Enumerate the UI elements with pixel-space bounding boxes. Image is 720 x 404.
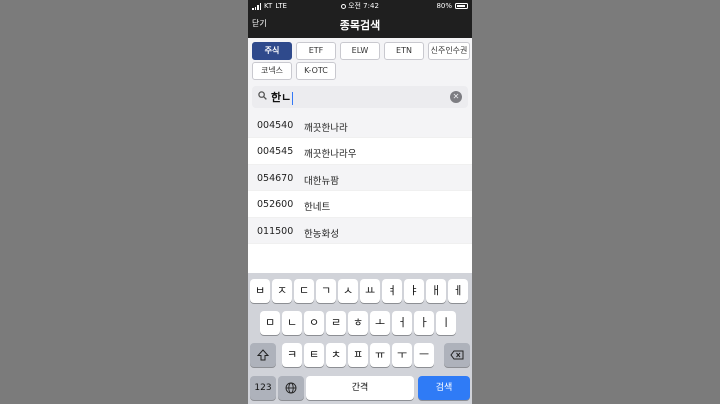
text-caret bbox=[292, 91, 294, 105]
key[interactable]: ㄹ bbox=[326, 311, 346, 335]
nav-header: 닫기 종목검색 bbox=[248, 12, 472, 38]
tab-warrant[interactable]: 신주인수권 bbox=[428, 42, 470, 60]
key[interactable]: ㅕ bbox=[382, 279, 402, 303]
stock-name: 한네트 bbox=[304, 202, 331, 214]
key[interactable]: ㅋ bbox=[282, 343, 302, 367]
shift-key[interactable] bbox=[250, 343, 276, 367]
search-query-wrap: 한ㄴ bbox=[271, 89, 294, 105]
background-right bbox=[472, 0, 720, 404]
stock-code: 011500 bbox=[257, 225, 294, 237]
phone-screen: KT LTE 오전 7:42 80% 닫기 종목검색 주식 ETF ELW ET… bbox=[248, 0, 472, 404]
stock-name: 한농화성 bbox=[304, 228, 339, 240]
key[interactable]: ㅂ bbox=[250, 279, 270, 303]
key[interactable]: ㅅ bbox=[338, 279, 358, 303]
key[interactable]: ㅈ bbox=[272, 279, 292, 303]
tab-stock[interactable]: 주식 bbox=[252, 42, 292, 60]
key[interactable]: ㅔ bbox=[448, 279, 468, 303]
backspace-key[interactable] bbox=[444, 343, 470, 367]
key[interactable]: ㄴ bbox=[282, 311, 302, 335]
key[interactable]: ㅁ bbox=[260, 311, 280, 335]
key[interactable]: ㅎ bbox=[348, 311, 368, 335]
result-row[interactable]: 004545 깨끗한나라우 bbox=[248, 138, 472, 165]
stock-code: 004540 bbox=[257, 120, 294, 131]
key[interactable]: ㅏ bbox=[414, 311, 434, 335]
tab-k-otc[interactable]: K-OTC bbox=[296, 62, 336, 80]
key[interactable]: ㅓ bbox=[392, 311, 412, 335]
key[interactable]: ㄱ bbox=[316, 279, 336, 303]
search-key[interactable]: 검색 bbox=[418, 376, 470, 400]
stock-code: 004545 bbox=[257, 146, 294, 158]
alarm-icon bbox=[341, 3, 347, 9]
korean-keyboard: ㅂ ㅈ ㄷ ㄱ ㅅ ㅛ ㅕ ㅑ ㅐ ㅔ ㅁ ㄴ ㅇ ㄹ ㅎ ㅗ ㅓ ㅏ ㅣ ㅋ … bbox=[248, 273, 472, 404]
shift-icon bbox=[256, 349, 270, 361]
globe-icon bbox=[285, 382, 297, 394]
key[interactable]: ㅇ bbox=[304, 311, 324, 335]
result-row[interactable]: 054670 대한뉴팜 bbox=[248, 164, 472, 192]
stock-name: 대한뉴팜 bbox=[304, 175, 339, 187]
battery-percent: 80% bbox=[436, 2, 452, 10]
key[interactable]: ㅣ bbox=[436, 311, 456, 335]
key[interactable]: ㅍ bbox=[348, 343, 368, 367]
status-time: 오전 7:42 bbox=[348, 2, 379, 10]
result-row[interactable]: 004540 깨끗한나라 bbox=[248, 112, 472, 139]
status-bar: KT LTE 오전 7:42 80% bbox=[248, 0, 472, 12]
clear-icon[interactable]: ✕ bbox=[450, 91, 462, 103]
result-row[interactable]: 052600 한네트 bbox=[248, 191, 472, 218]
results-list: 004540 깨끗한나라 004545 깨끗한나라우 054670 대한뉴팜 0526… bbox=[248, 112, 472, 244]
key[interactable]: ㄷ bbox=[294, 279, 314, 303]
key[interactable]: ㅡ bbox=[414, 343, 434, 367]
stock-code: 052600 bbox=[257, 199, 294, 211]
key[interactable]: ㅑ bbox=[404, 279, 424, 303]
search-icon bbox=[258, 91, 267, 100]
backspace-icon bbox=[450, 350, 464, 360]
search-query: 한ㄴ bbox=[271, 91, 292, 104]
tab-etn[interactable]: ETN bbox=[384, 42, 424, 60]
result-row[interactable]: 011500 한농화성 bbox=[248, 217, 472, 244]
key[interactable]: ㅠ bbox=[370, 343, 390, 367]
search-bar: 한ㄴ ✕ bbox=[248, 82, 472, 112]
battery-icon bbox=[455, 3, 468, 9]
background-left bbox=[0, 0, 248, 404]
stock-name: 깨끗한나라우 bbox=[304, 149, 357, 161]
battery-info: 80% bbox=[436, 0, 468, 12]
market-filter-tabs: 주식 ETF ELW ETN 신주인수권 코넥스 K-OTC bbox=[248, 38, 472, 82]
search-input[interactable]: 한ㄴ ✕ bbox=[252, 86, 468, 108]
page-title: 종목검색 bbox=[339, 19, 381, 32]
key[interactable]: ㅜ bbox=[392, 343, 412, 367]
key[interactable]: ㅊ bbox=[326, 343, 346, 367]
tab-elw[interactable]: ELW bbox=[340, 42, 380, 60]
key[interactable]: ㅌ bbox=[304, 343, 324, 367]
space-key[interactable]: 간격 bbox=[306, 376, 414, 400]
key[interactable]: ㅛ bbox=[360, 279, 380, 303]
key[interactable]: ㅐ bbox=[426, 279, 446, 303]
key[interactable]: ㅗ bbox=[370, 311, 390, 335]
tab-etf[interactable]: ETF bbox=[296, 42, 336, 60]
globe-key[interactable] bbox=[278, 376, 304, 400]
stock-name: 깨끗한나라 bbox=[304, 123, 348, 134]
tab-konex[interactable]: 코넥스 bbox=[252, 62, 292, 80]
numbers-key[interactable]: 123 bbox=[250, 376, 276, 400]
stock-code: 054670 bbox=[257, 172, 294, 184]
